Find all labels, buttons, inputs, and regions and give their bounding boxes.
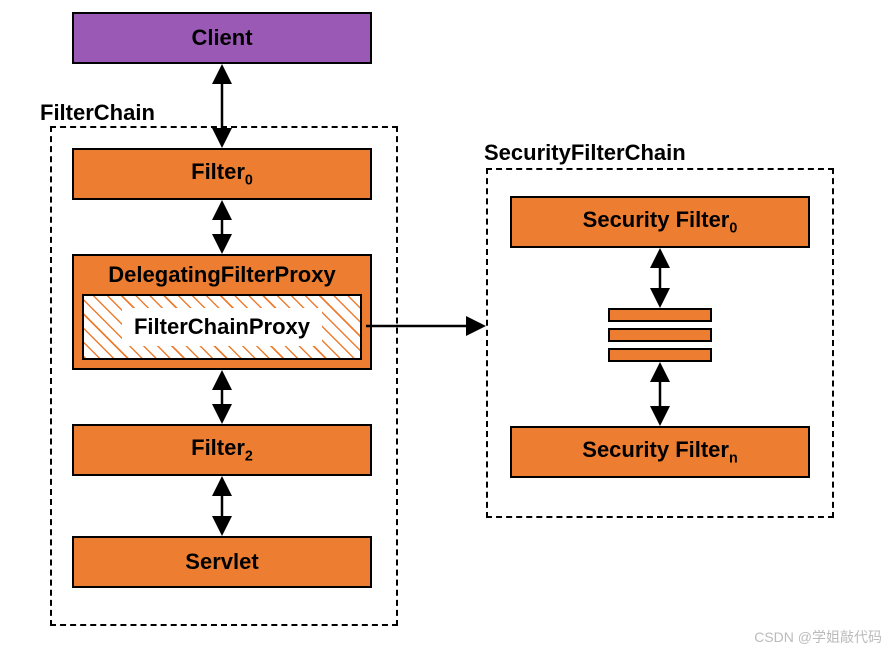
arrow-client-filter0 <box>0 0 894 655</box>
watermark: CSDN @学姐敲代码 <box>754 627 882 647</box>
